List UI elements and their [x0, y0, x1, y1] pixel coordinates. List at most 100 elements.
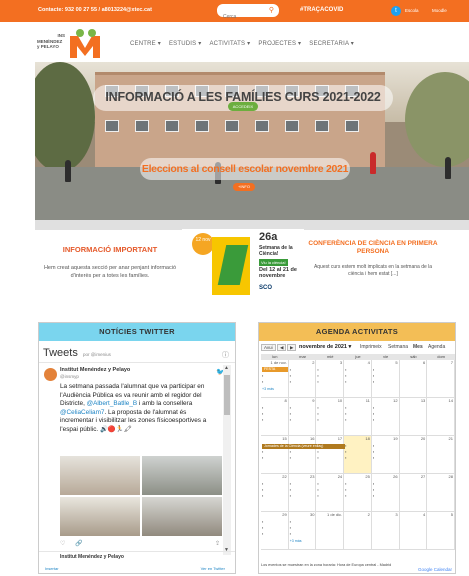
calendar-day[interactable]: 28 — [427, 474, 455, 511]
more-info-button[interactable]: +INFO — [233, 183, 255, 191]
conference-section[interactable]: CONFERÈNCIA DE CIÈNCIA EN PRIMERA PERSON… — [308, 240, 438, 278]
hero-slider[interactable]: INFORMACIÓ A LES FAMÍLIES CURS 2021-2022… — [35, 62, 469, 220]
calendar-day[interactable]: 29 ▪ ▪ ▪ — [261, 512, 289, 549]
calendar-day[interactable]: 25 ▪ ▪ ▪ — [344, 474, 372, 511]
calendar-event[interactable]: ▪ — [317, 488, 318, 492]
tweets-by[interactable]: por @imenius — [83, 352, 111, 357]
search-input[interactable] — [218, 11, 262, 23]
conference-title[interactable]: CONFERÈNCIA DE CIÈNCIA EN PRIMERA PERSON… — [308, 240, 438, 256]
tab-month[interactable]: Mes — [413, 344, 423, 350]
google-calendar-link[interactable]: Google Calendar — [418, 567, 452, 572]
calendar-event[interactable]: ▪ — [373, 368, 374, 372]
calendar-event[interactable]: ▪ — [290, 526, 291, 530]
calendar-event[interactable]: ▪ — [262, 412, 263, 416]
tweet-author-handle[interactable]: @insmyp — [60, 374, 79, 379]
calendar-event[interactable]: ▪ — [262, 456, 263, 460]
calendar-day[interactable]: 13 — [400, 398, 428, 435]
calendar-event[interactable]: ▪ — [317, 456, 318, 460]
calendar-event[interactable]: ▪ — [290, 494, 291, 498]
calendar-event[interactable]: ▪ — [290, 406, 291, 410]
scroll-up-icon[interactable]: ▲ — [224, 365, 229, 371]
calendar-event[interactable]: ▪ — [262, 380, 263, 384]
calendar-event[interactable]: ▪ — [373, 444, 374, 448]
scroll-thumb[interactable] — [224, 375, 230, 415]
search-box[interactable]: ⚲ — [217, 4, 279, 23]
calendar-day[interactable]: 18 ▪ ▪ ▪ — [344, 436, 372, 473]
calendar-event[interactable]: ▪ — [262, 450, 263, 454]
calendar-event[interactable]: ▪ — [345, 412, 346, 416]
calendar-event[interactable]: ▪ — [317, 418, 318, 422]
calendar-day[interactable]: 26 ▪ ▪ ▪ — [372, 474, 400, 511]
more-events-link[interactable]: +3 más — [290, 539, 302, 543]
calendar-event[interactable]: ▪ — [290, 412, 291, 416]
calendar-day[interactable]: 30 ▪ ▪ ▪ +3 más — [289, 512, 317, 549]
calendar-event[interactable]: ▪ — [345, 456, 346, 460]
calendar-event[interactable]: ▪ — [373, 412, 374, 416]
calendar-day[interactable]: 2 — [344, 512, 372, 549]
hashtag-link[interactable]: #TRAÇACOVID — [300, 7, 343, 13]
logo-mark-icon[interactable] — [68, 28, 102, 60]
calendar-event[interactable]: ▪ — [345, 368, 346, 372]
calendar-event[interactable]: ▪ — [345, 418, 346, 422]
calendar-event[interactable]: ▪ — [262, 374, 263, 378]
calendar-event[interactable]: ▪ — [345, 444, 346, 448]
calendar-event[interactable]: ▪ — [345, 380, 346, 384]
tweet-photo[interactable] — [142, 456, 222, 495]
access-button[interactable]: ACCEDEIX — [228, 102, 258, 111]
scroll-down-icon[interactable]: ▼ — [224, 547, 229, 553]
calendar-event[interactable]: ▪ — [373, 482, 374, 486]
tweet-photo[interactable] — [60, 456, 140, 495]
calendar-event[interactable]: ▪ — [317, 374, 318, 378]
calendar-event[interactable]: ▪ — [373, 406, 374, 410]
calendar-event[interactable]: ▪ — [317, 406, 318, 410]
calendar-day[interactable]: 5 ▪ ▪ ▪ — [372, 360, 400, 397]
calendar-event[interactable]: ▪ — [317, 494, 318, 498]
calendar-event[interactable]: ▪ — [262, 494, 263, 498]
nav-estudis[interactable]: ESTUDIS ▾ — [169, 40, 202, 47]
calendar-day[interactable]: 2 ▪ ▪ ▪ — [289, 360, 317, 397]
calendar-event[interactable]: ▪ — [345, 494, 346, 498]
calendar-day[interactable]: 3 ▪ ▪ ▪ — [316, 360, 345, 397]
scrollbar[interactable]: ▲ ▼ — [223, 365, 231, 555]
calendar-day[interactable]: 23 ▪ ▪ ▪ — [289, 474, 317, 511]
calendar-day[interactable]: 8 ▪ ▪ ▪ — [261, 398, 289, 435]
important-info-title[interactable]: INFORMACIÓ IMPORTANT — [40, 245, 180, 254]
calendar-event[interactable]: ▪ — [290, 456, 291, 460]
view-on-twitter-link[interactable]: Ver en Twitter — [201, 566, 225, 571]
calendar-day[interactable]: 15 ▪ ▪ ▪ — [261, 436, 289, 473]
calendar-event[interactable]: ▪ — [373, 494, 374, 498]
calendar-event[interactable]: ▪ — [317, 368, 318, 372]
twitter-icon[interactable]: t — [391, 6, 401, 16]
calendar-day[interactable]: 16 ▪ ▪ ▪ — [289, 436, 317, 473]
calendar-event[interactable]: ▪ — [290, 368, 291, 372]
calendar-event[interactable]: ▪ — [262, 488, 263, 492]
mention-link[interactable]: @CeliaCeliam7 — [60, 409, 105, 416]
calendar-event[interactable]: ▪ — [345, 482, 346, 486]
calendar-event[interactable]: ▪ — [290, 418, 291, 422]
calendar-event[interactable]: ▪ — [345, 488, 346, 492]
calendar-event-bar[interactable]: FESTA — [262, 367, 288, 372]
calendar-event[interactable]: ▪ — [317, 482, 318, 486]
calendar-day[interactable]: 19 ▪ ▪ ▪ — [372, 436, 400, 473]
calendar-day[interactable]: 9 ▪ ▪ ▪ — [289, 398, 317, 435]
calendar-event[interactable]: ▪ — [373, 450, 374, 454]
calendar-day[interactable]: 1 de nov.▪▪▪+3 más — [261, 360, 289, 397]
print-link[interactable]: Imprimeix — [360, 344, 382, 350]
nav-activitats[interactable]: ACTIVITATS ▾ — [209, 40, 250, 47]
calendar-day[interactable]: 3 — [372, 512, 400, 549]
calendar-event[interactable]: ▪ — [262, 532, 263, 536]
calendar-day[interactable]: 21 — [427, 436, 455, 473]
nav-secretaria[interactable]: SECRETARIA ▾ — [309, 40, 354, 47]
nav-projectes[interactable]: PROJECTES ▾ — [258, 40, 301, 47]
calendar-day[interactable]: 12 ▪ ▪ ▪ — [372, 398, 400, 435]
calendar-day[interactable]: 14 — [427, 398, 455, 435]
tweet-photo[interactable] — [60, 497, 140, 536]
calendar-event[interactable]: ▪ — [290, 482, 291, 486]
calendar-day[interactable]: 17▪▪▪ — [316, 436, 345, 473]
more-events-link[interactable]: +3 más — [262, 387, 274, 391]
prev-month-button[interactable]: ◀ — [277, 344, 287, 351]
calendar-event[interactable]: ▪ — [345, 450, 346, 454]
calendar-event[interactable]: ▪ — [262, 406, 263, 410]
calendar-event[interactable]: ▪ — [317, 380, 318, 384]
search-icon[interactable]: ⚲ — [269, 6, 274, 14]
